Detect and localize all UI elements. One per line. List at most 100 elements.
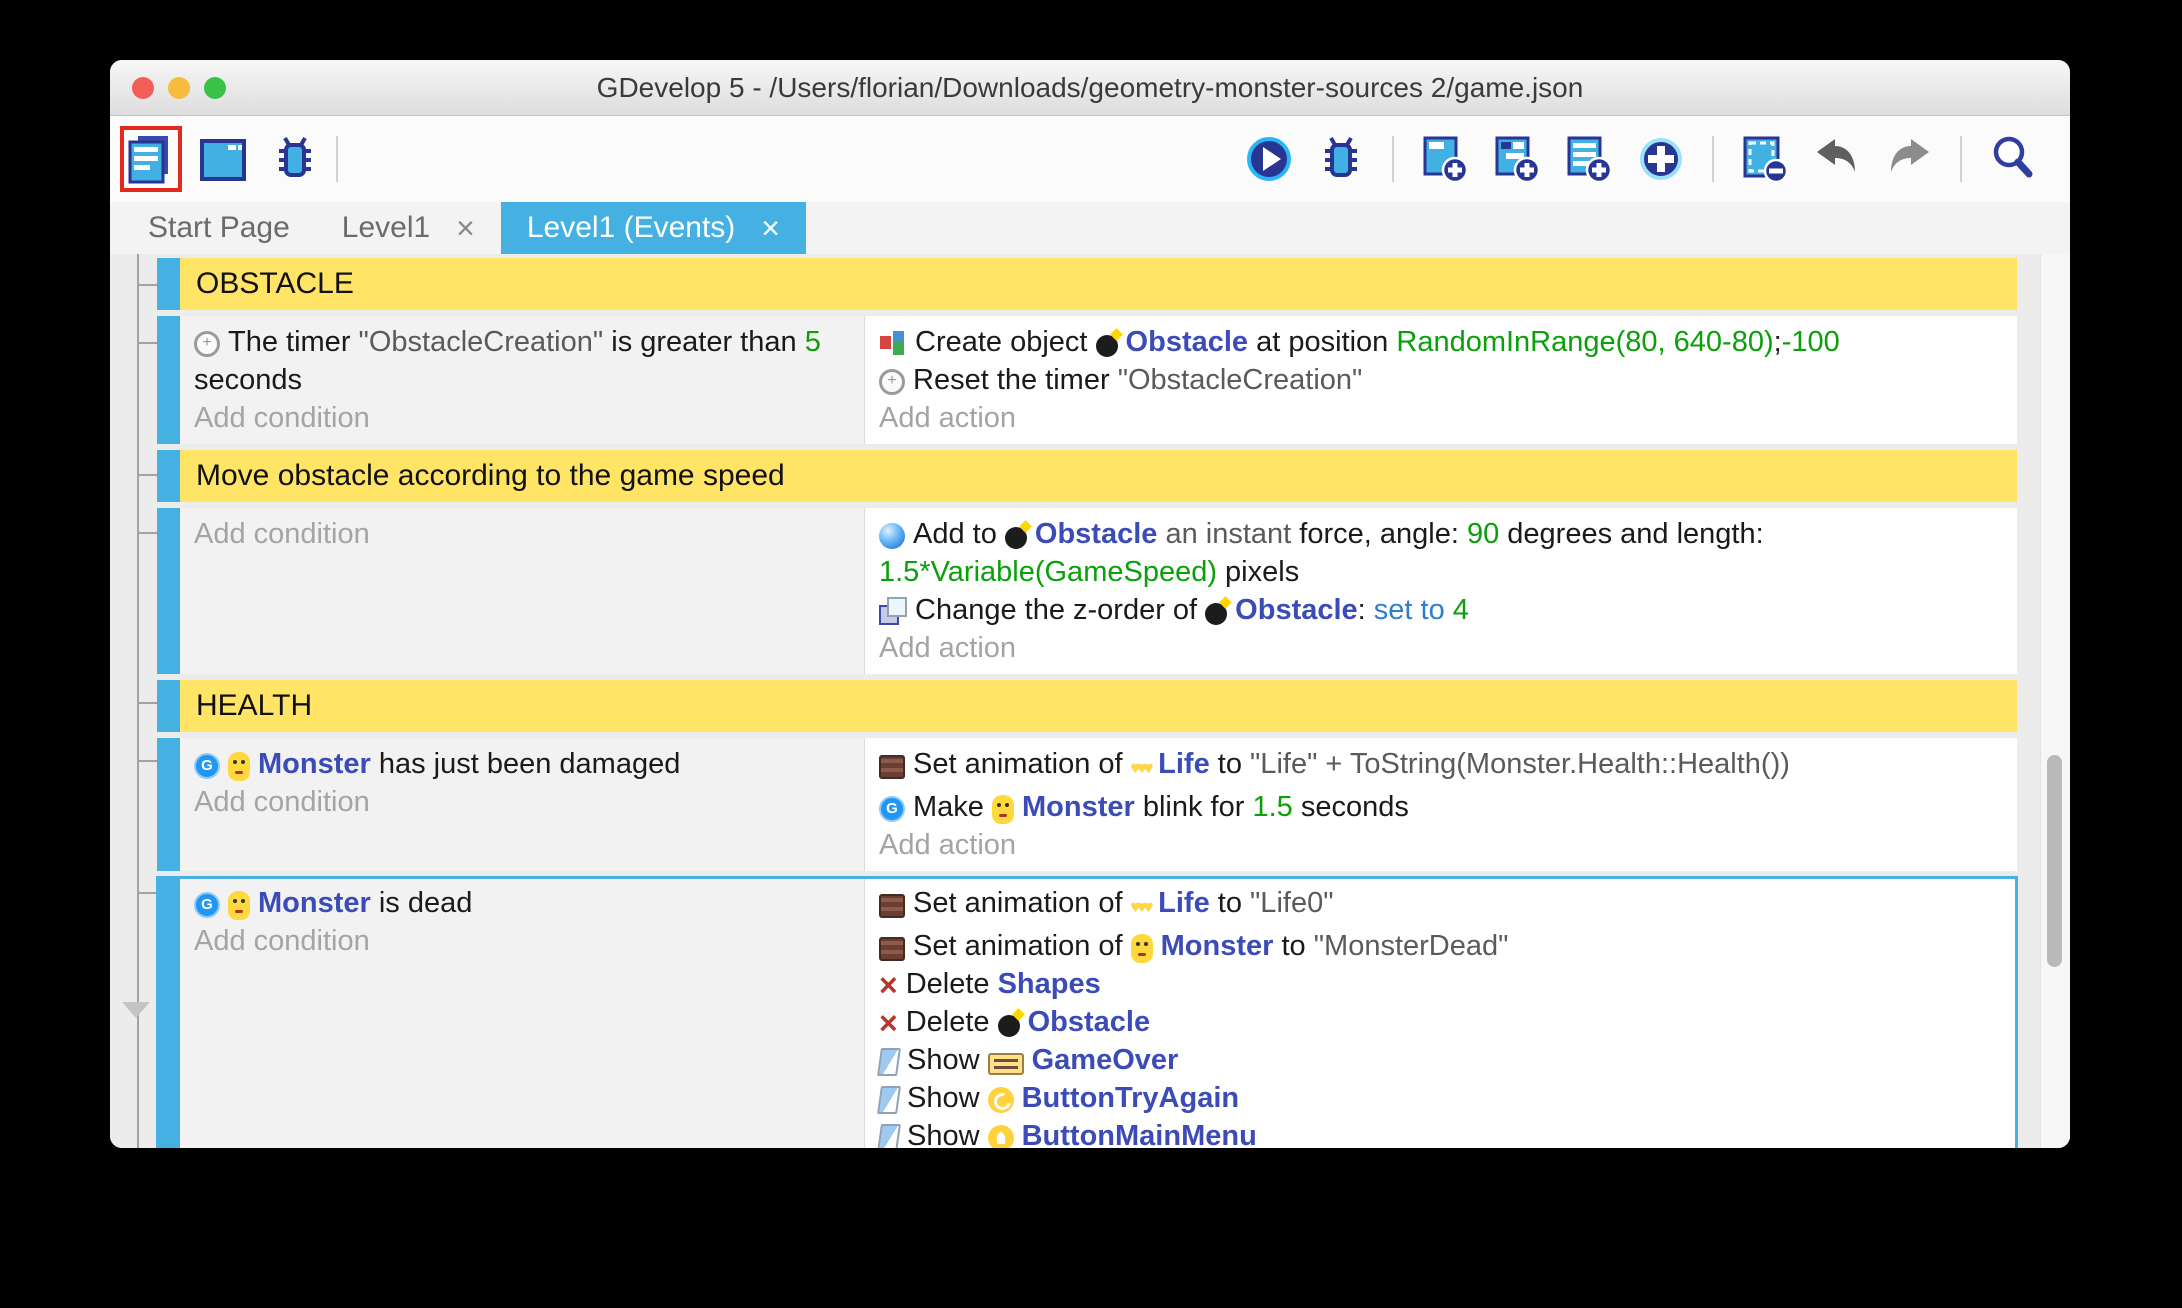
text-segment: 90 bbox=[1466, 518, 1500, 550]
undo-icon[interactable] bbox=[1806, 126, 1868, 192]
event-drag-handle[interactable] bbox=[157, 258, 180, 310]
condition-line[interactable]: Monster has just been damaged bbox=[194, 745, 850, 783]
add-action-button[interactable]: Add action bbox=[879, 629, 2003, 667]
action-line[interactable]: Show GameOver bbox=[877, 1041, 2003, 1079]
tab-close-icon[interactable]: × bbox=[761, 212, 780, 244]
conditions-cell[interactable]: Monster has just been damagedAdd conditi… bbox=[180, 738, 865, 871]
close-window-button[interactable] bbox=[132, 77, 154, 99]
add-condition-button[interactable]: Add condition bbox=[194, 515, 850, 553]
text-segment: "Life" + ToString(Monster.Health::Health… bbox=[1250, 748, 1790, 780]
action-line[interactable]: Add to Obstacle an instant force, angle:… bbox=[879, 515, 2003, 591]
tree-connector bbox=[137, 284, 159, 286]
minimize-window-button[interactable] bbox=[168, 77, 190, 99]
action-line[interactable]: Set animation of Monster to "MonsterDead… bbox=[879, 927, 2003, 965]
action-line[interactable]: Set animation of Life to "Life0" bbox=[879, 884, 2003, 927]
text-segment: ButtonMainMenu bbox=[1021, 1120, 1257, 1148]
search-icon[interactable] bbox=[1982, 126, 2044, 192]
actions-cell[interactable]: Create object Obstacle at position Rando… bbox=[865, 316, 2017, 444]
text-segment: to bbox=[1209, 887, 1251, 919]
add-action-button[interactable]: Add action bbox=[879, 399, 2003, 437]
remove-event-icon[interactable] bbox=[1734, 126, 1796, 192]
conditions-cell[interactable]: Add condition bbox=[180, 508, 865, 674]
bomb-icon bbox=[1095, 335, 1118, 357]
conditions-cell[interactable]: Monster is deadAdd condition bbox=[180, 877, 865, 1148]
text-segment: Obstacle bbox=[1034, 518, 1158, 550]
event-drag-handle[interactable] bbox=[157, 680, 180, 732]
add-subevent-icon[interactable] bbox=[1486, 126, 1548, 192]
action-line[interactable]: Change the z-order of Obstacle: set to 4 bbox=[879, 591, 2003, 629]
event-drag-handle[interactable] bbox=[157, 450, 180, 502]
event-drag-handle[interactable] bbox=[157, 508, 180, 674]
add-condition-button[interactable]: Add condition bbox=[194, 922, 850, 960]
action-line[interactable]: Reset the timer "ObstacleCreation" bbox=[879, 361, 2003, 399]
group-header[interactable]: HEALTH bbox=[180, 680, 2017, 732]
action-line[interactable]: Show ButtonMainMenu bbox=[877, 1117, 2003, 1148]
monster-dead-event: Monster is deadAdd conditionSet animatio… bbox=[156, 876, 2018, 1148]
event-drag-handle[interactable] bbox=[157, 877, 180, 1148]
add-condition-button[interactable]: Add condition bbox=[194, 783, 850, 821]
text-segment: Make bbox=[913, 791, 992, 823]
toolbar-right-group bbox=[1238, 126, 2044, 192]
collapse-arrow-icon[interactable] bbox=[122, 1002, 150, 1018]
zoom-window-button[interactable] bbox=[204, 77, 226, 99]
tab-close-icon[interactable]: × bbox=[456, 212, 475, 244]
bomb-icon bbox=[1004, 527, 1027, 549]
debug-preview-icon[interactable] bbox=[1310, 126, 1372, 192]
group-header[interactable]: OBSTACLE bbox=[180, 258, 2017, 310]
text-segment: Obstacle bbox=[1027, 1006, 1151, 1038]
tree-connector bbox=[137, 342, 159, 344]
add-new-icon[interactable] bbox=[1630, 126, 1692, 192]
mainmenu-icon bbox=[987, 1125, 1014, 1148]
group-header[interactable]: Move obstacle according to the game spee… bbox=[180, 450, 2017, 502]
scrollbar-track[interactable] bbox=[2040, 254, 2070, 1148]
action-line[interactable]: Create object Obstacle at position Rando… bbox=[879, 323, 2003, 361]
delete-icon bbox=[879, 1010, 898, 1036]
text-segment: RandomInRange(80, 640-80) bbox=[1396, 326, 1774, 358]
add-action-button[interactable]: Add action bbox=[879, 826, 2003, 864]
add-event-icon[interactable] bbox=[1414, 126, 1476, 192]
condition-line[interactable]: Monster is dead bbox=[194, 884, 850, 922]
text-segment: pixels bbox=[1217, 556, 1300, 588]
conditions-cell[interactable]: The timer "ObstacleCreation" is greater … bbox=[180, 316, 865, 444]
tab-level1[interactable]: Level1 × bbox=[316, 202, 501, 254]
scrollbar-thumb[interactable] bbox=[2047, 755, 2062, 967]
condition-line[interactable]: The timer "ObstacleCreation" is greater … bbox=[194, 323, 850, 399]
add-comment-icon[interactable] bbox=[1558, 126, 1620, 192]
text-segment: is dead bbox=[370, 887, 473, 919]
action-line[interactable]: Delete Obstacle bbox=[879, 1003, 2003, 1041]
text-segment: ; bbox=[1773, 326, 1782, 358]
tab-level1-events[interactable]: Level1 (Events) × bbox=[500, 202, 806, 254]
actions-cell[interactable]: Set animation of Life to "Life" + ToStri… bbox=[865, 738, 2017, 871]
text-segment: seconds bbox=[1292, 791, 1409, 823]
toolbar-separator bbox=[1392, 136, 1394, 182]
text-segment: -100 bbox=[1781, 326, 1840, 358]
debugger-icon[interactable] bbox=[264, 126, 326, 192]
events-sheet-icon[interactable] bbox=[120, 126, 182, 192]
add-condition-button[interactable]: Add condition bbox=[194, 399, 850, 437]
text-segment: seconds bbox=[194, 364, 303, 396]
event-drag-handle[interactable] bbox=[157, 316, 180, 444]
badge-icon bbox=[194, 753, 220, 779]
text-segment: is greater than bbox=[603, 326, 805, 358]
text-segment: an instant bbox=[1165, 518, 1292, 550]
badge-icon bbox=[194, 892, 220, 918]
action-line[interactable]: Make Monster blink for 1.5 seconds bbox=[879, 788, 2003, 826]
force-icon bbox=[879, 523, 905, 549]
text-segment: 1.5 bbox=[1252, 791, 1293, 823]
event-drag-handle[interactable] bbox=[157, 738, 180, 871]
actions-cell[interactable]: Add to Obstacle an instant force, angle:… bbox=[865, 508, 2017, 674]
show-icon bbox=[877, 1124, 901, 1148]
text-segment: Monster bbox=[258, 887, 371, 919]
scene-editor-icon[interactable] bbox=[192, 126, 254, 192]
tab-label: Start Page bbox=[148, 211, 290, 244]
play-preview-icon[interactable] bbox=[1238, 126, 1300, 192]
timer-icon bbox=[194, 331, 220, 357]
actions-cell[interactable]: Set animation of Life to "Life0"Set anim… bbox=[865, 877, 2017, 1148]
action-line[interactable]: Delete Shapes bbox=[879, 965, 2003, 1003]
tab-start-page[interactable]: Start Page bbox=[122, 202, 316, 254]
anim-icon bbox=[879, 937, 905, 961]
redo-icon[interactable] bbox=[1878, 126, 1940, 192]
gdevelop-window: GDevelop 5 - /Users/florian/Downloads/ge… bbox=[110, 60, 2070, 1148]
action-line[interactable]: Set animation of Life to "Life" + ToStri… bbox=[879, 745, 2003, 788]
action-line[interactable]: Show ButtonTryAgain bbox=[877, 1079, 2003, 1117]
